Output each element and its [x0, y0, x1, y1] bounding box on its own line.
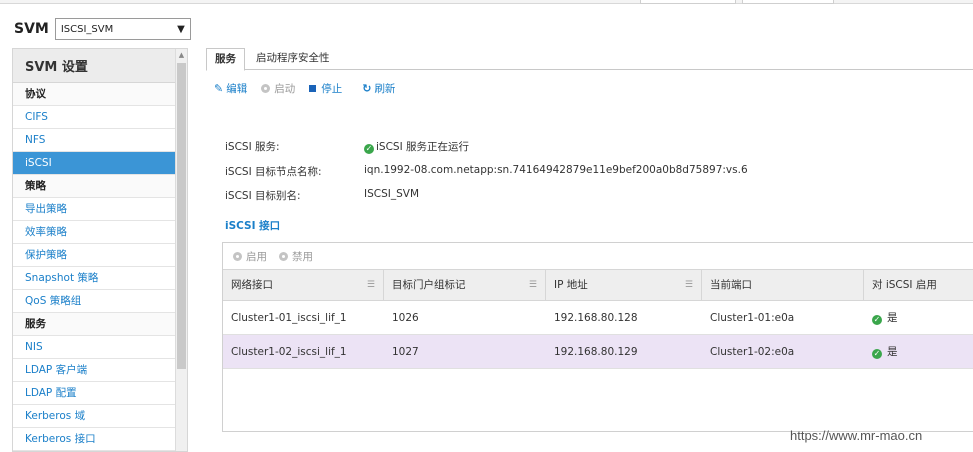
- svm-label: SVM: [14, 21, 49, 37]
- scrollbar-thumb[interactable]: [177, 63, 186, 369]
- column-header-enabled[interactable]: 对 iSCSI 启用: [864, 270, 973, 300]
- disable-label: 禁用: [292, 250, 313, 263]
- sidebar: SVM 设置 协议 CIFS NFS iSCSI 策略 导出策略 效率策略 保护策略 Snaps…: [12, 48, 188, 452]
- sidebar-item[interactable]: NFS: [13, 129, 176, 152]
- edit-label: 编辑: [226, 82, 248, 95]
- table-cell-ip: 192.168.80.128: [554, 312, 638, 324]
- sidebar-item[interactable]: NIS: [13, 336, 176, 359]
- column-label: IP 地址: [554, 279, 588, 291]
- service-status-text: iSCSI 服务正在运行: [376, 141, 470, 153]
- sidebar-header: SVM 设置: [13, 49, 176, 83]
- column-header-port[interactable]: 当前端口: [702, 270, 864, 300]
- grid-body: Cluster1-01_iscsi_lif_1 1026 192.168.80.12…: [223, 301, 973, 369]
- column-header-tpgt[interactable]: 目标门户组标记 ☰: [384, 270, 546, 300]
- watermark: https://www.mr-mao.cn: [790, 428, 923, 443]
- table-row[interactable]: Cluster1-02_iscsi_lif_1 1027 192.168.80.12…: [223, 335, 973, 369]
- top-tab-edge: [742, 0, 834, 4]
- check-circle-icon: ✓: [364, 144, 374, 154]
- service-status-value: ✓ iSCSI 服务正在运行: [364, 139, 469, 154]
- sidebar-item[interactable]: CIFS: [13, 106, 176, 129]
- alias-label: iSCSI 目标别名:: [225, 190, 301, 202]
- column-label: 当前端口: [710, 279, 752, 291]
- svm-selector-row: SVM ISCSI_SVM ▼: [14, 18, 191, 40]
- sidebar-item[interactable]: 效率策略: [13, 221, 176, 244]
- sidebar-section-heading: 策略: [13, 175, 176, 198]
- edit-button[interactable]: ✎ 编辑: [214, 81, 247, 96]
- filter-icon[interactable]: ☰: [685, 270, 693, 300]
- grid-header: 网络接口 ☰ 目标门户组标记 ☰ IP 地址 ☰ 当前端口 对 iSCSI 启用: [223, 269, 973, 301]
- table-cell-port: Cluster1-01:e0a: [710, 312, 795, 324]
- table-cell-tpgt: 1027: [392, 346, 419, 358]
- start-label: 启动: [274, 82, 296, 95]
- node-name-label: iSCSI 目标节点名称:: [225, 166, 322, 178]
- table-cell-tpgt: 1026: [392, 312, 419, 324]
- sidebar-list: 协议 CIFS NFS iSCSI 策略 导出策略 效率策略 保护策略 Snapshot 策略 Q…: [13, 83, 176, 451]
- alias-value: ISCSI_SVM: [364, 188, 420, 200]
- top-tab-edge: [640, 0, 736, 4]
- refresh-icon: ↻: [362, 81, 372, 95]
- sidebar-item[interactable]: Kerberos 接口: [13, 428, 176, 451]
- check-circle-icon: ✓: [872, 315, 882, 325]
- tab-services[interactable]: 服务: [206, 48, 245, 71]
- sidebar-item[interactable]: LDAP 客户端: [13, 359, 176, 382]
- stop-icon: [309, 84, 317, 92]
- sidebar-item[interactable]: LDAP 配置: [13, 382, 176, 405]
- chevron-down-icon: ▼: [177, 23, 185, 35]
- table-cell-ip: 192.168.80.129: [554, 346, 638, 358]
- svm-select[interactable]: ISCSI_SVM ▼: [54, 18, 191, 40]
- disable-icon: [279, 251, 288, 261]
- start-icon: [261, 83, 271, 93]
- table-row[interactable]: Cluster1-01_iscsi_lif_1 1026 192.168.80.12…: [223, 301, 973, 335]
- start-button[interactable]: 启动: [261, 81, 295, 96]
- service-status-label: iSCSI 服务:: [225, 141, 280, 153]
- enabled-value: 是: [887, 346, 898, 358]
- service-toolbar: ✎ 编辑 启动 停止 ↻ 刷新: [214, 80, 409, 96]
- table-cell-iface: Cluster1-02_iscsi_lif_1: [231, 346, 347, 358]
- disable-button[interactable]: 禁用: [279, 249, 313, 264]
- table-cell-port: Cluster1-02:e0a: [710, 346, 795, 358]
- sidebar-item[interactable]: iSCSI: [13, 152, 176, 175]
- grid-toolbar: 启用 禁用: [223, 243, 973, 269]
- column-label: 网络接口: [231, 279, 273, 291]
- sidebar-section-heading: 协议: [13, 83, 176, 106]
- stop-label: 停止: [321, 82, 343, 95]
- svm-select-value: ISCSI_SVM: [60, 23, 114, 35]
- table-cell-iface: Cluster1-01_iscsi_lif_1: [231, 312, 347, 324]
- scroll-up-icon[interactable]: ▲: [176, 49, 187, 61]
- enable-icon: [233, 251, 242, 261]
- sidebar-item[interactable]: Kerberos 域: [13, 405, 176, 428]
- node-name-value: iqn.1992-08.com.netapp:sn.74164942879e11…: [364, 164, 748, 176]
- column-label: 对 iSCSI 启用: [872, 279, 937, 291]
- enabled-value: 是: [887, 312, 898, 324]
- table-cell-enabled: ✓ 是: [864, 301, 898, 335]
- interfaces-title: iSCSI 接口: [225, 220, 281, 232]
- sidebar-item[interactable]: 保护策略: [13, 244, 176, 267]
- sidebar-section-heading: 服务: [13, 313, 176, 336]
- column-label: 目标门户组标记: [392, 279, 466, 291]
- sidebar-item[interactable]: Snapshot 策略: [13, 267, 176, 290]
- refresh-label: 刷新: [374, 82, 396, 95]
- filter-icon[interactable]: ☰: [367, 270, 375, 300]
- interfaces-grid: 启用 禁用 网络接口 ☰ 目标门户组标记 ☰ IP 地址 ☰ 当前端口 对 iS…: [222, 242, 973, 432]
- tab-bar: 服务 启动程序安全性: [206, 48, 973, 71]
- enable-label: 启用: [246, 250, 267, 263]
- filter-icon[interactable]: ☰: [529, 270, 537, 300]
- enable-button[interactable]: 启用: [233, 249, 267, 264]
- tab-initiator-security[interactable]: 启动程序安全性: [248, 48, 338, 70]
- refresh-button[interactable]: ↻ 刷新: [362, 81, 395, 96]
- column-header-ip[interactable]: IP 地址 ☰: [546, 270, 702, 300]
- check-circle-icon: ✓: [872, 349, 882, 359]
- pencil-icon: ✎: [214, 81, 224, 95]
- table-cell-enabled: ✓ 是: [864, 335, 898, 369]
- sidebar-scrollbar[interactable]: ▲: [175, 49, 187, 451]
- sidebar-item[interactable]: 导出策略: [13, 198, 176, 221]
- sidebar-item[interactable]: QoS 策略组: [13, 290, 176, 313]
- column-header-interface[interactable]: 网络接口 ☰: [223, 270, 384, 300]
- stop-button[interactable]: 停止: [309, 81, 342, 96]
